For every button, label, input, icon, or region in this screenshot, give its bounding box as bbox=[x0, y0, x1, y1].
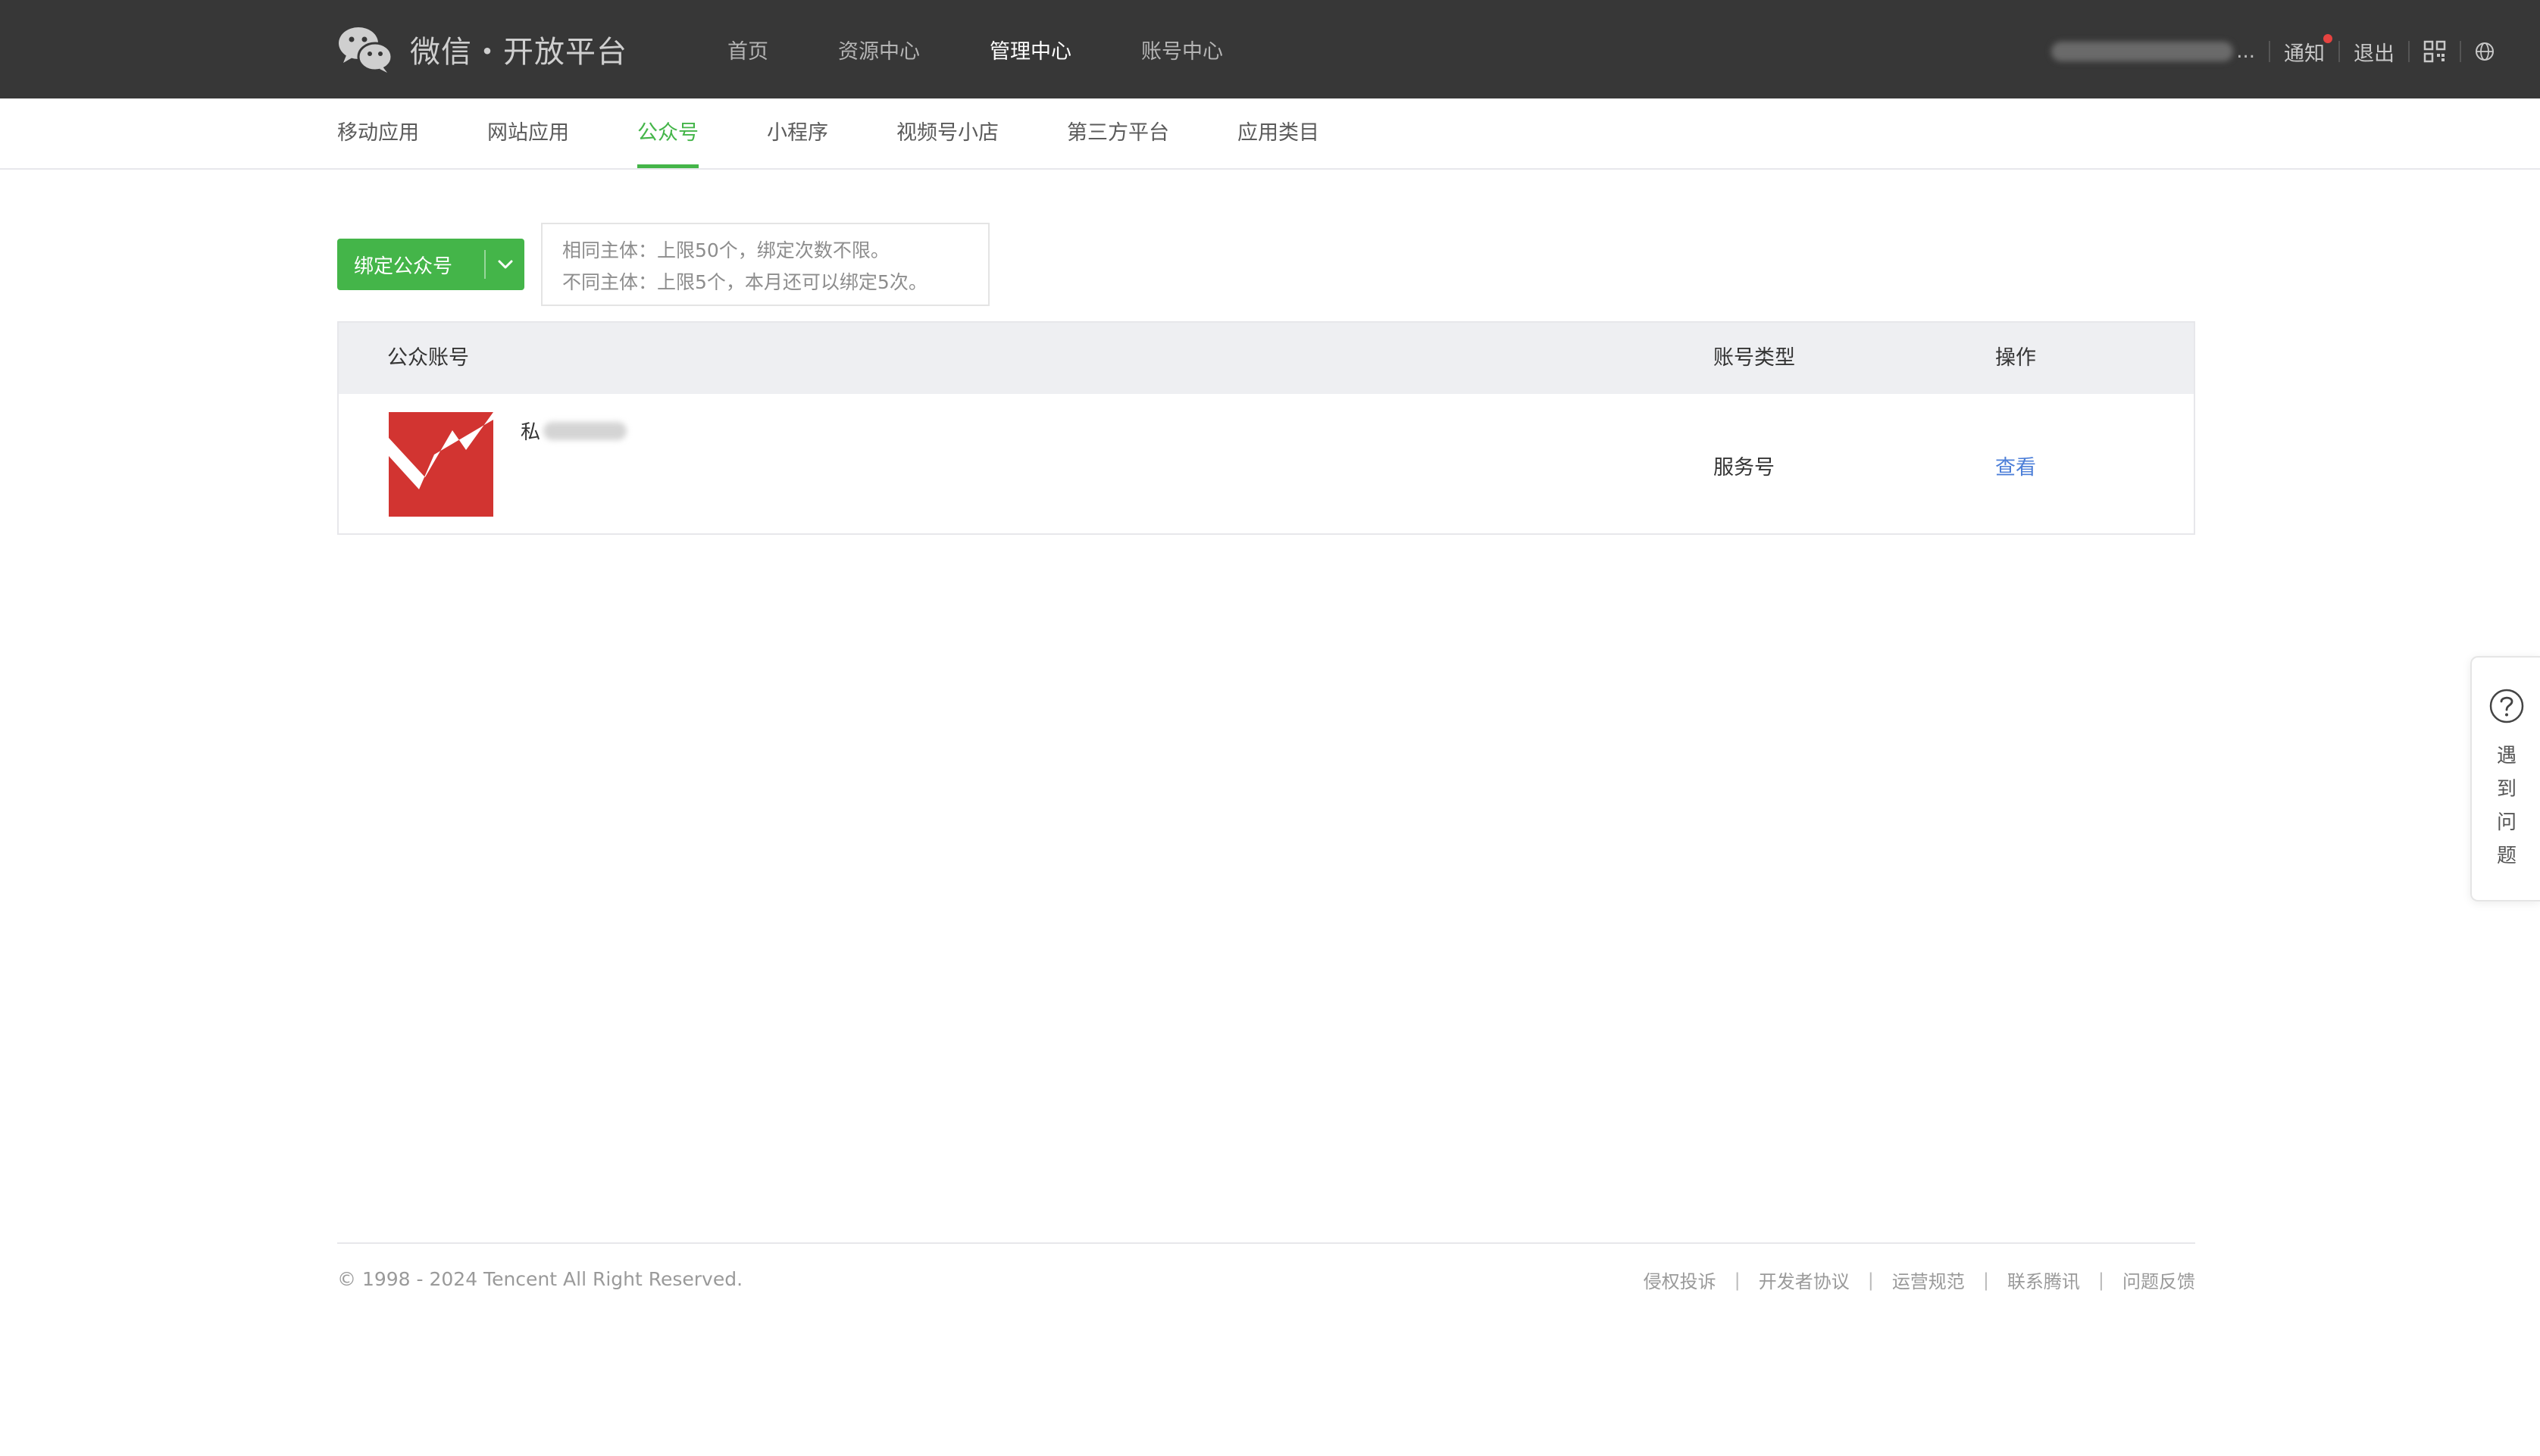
tab-channels-store[interactable]: 视频号小店 bbox=[896, 98, 999, 168]
bind-limit-hint: 相同主体：上限50个，绑定次数不限。 不同主体：上限5个，本月还可以绑定5次。 bbox=[541, 223, 990, 306]
table-header: 公众账号 账号类型 操作 bbox=[339, 323, 2194, 394]
chevron-down-icon[interactable] bbox=[486, 259, 524, 270]
nav-divider bbox=[2269, 41, 2270, 62]
header-account: 公众账号 bbox=[387, 346, 469, 370]
account-type: 服务号 bbox=[1713, 456, 1775, 480]
main-nav: 首页 资源中心 管理中心 账号中心 bbox=[727, 0, 1293, 98]
main-nav-resources[interactable]: 资源中心 bbox=[838, 35, 920, 64]
nav-divider bbox=[2460, 41, 2461, 62]
account-name-text: 私 bbox=[521, 421, 541, 444]
account-avatar bbox=[389, 412, 493, 517]
notify-label: 通知 bbox=[2284, 42, 2325, 66]
logout-link[interactable]: 退出 bbox=[2354, 37, 2395, 67]
account-name-redacted bbox=[543, 421, 627, 440]
header-type: 账号类型 bbox=[1713, 346, 1795, 370]
tab-official-accounts[interactable]: 公众号 bbox=[637, 98, 699, 168]
bind-account-button[interactable]: 绑定公众号 bbox=[337, 239, 524, 290]
tab-mobile-apps[interactable]: 移动应用 bbox=[337, 98, 419, 168]
main-nav-home[interactable]: 首页 bbox=[727, 35, 768, 64]
tab-web-apps[interactable]: 网站应用 bbox=[487, 98, 569, 168]
notify-link[interactable]: 通知 bbox=[2284, 33, 2332, 67]
nav-divider bbox=[2338, 41, 2340, 62]
header-action: 操作 bbox=[1995, 346, 2036, 370]
hint-different-subject: 不同主体：上限5个，本月还可以绑定5次。 bbox=[562, 271, 927, 293]
main-nav-management[interactable]: 管理中心 bbox=[990, 35, 1071, 64]
tab-mini-programs[interactable]: 小程序 bbox=[767, 98, 828, 168]
footer-link-operation-rules[interactable]: 运营规范 bbox=[1892, 1267, 1965, 1293]
footer-separator: | bbox=[1867, 1269, 1874, 1291]
accounts-table: 公众账号 账号类型 操作 私 服务号 查看 bbox=[337, 321, 2195, 535]
help-char: 到 bbox=[2496, 778, 2517, 801]
footer-separator: | bbox=[2097, 1269, 2104, 1291]
footer-links: 侵权投诉 | 开发者协议 | 运营规范 | 联系腾讯 | 问题反馈 bbox=[1644, 1267, 2195, 1293]
help-char: 问 bbox=[2496, 811, 2517, 834]
username-suffix: ... bbox=[2236, 40, 2255, 63]
account-name: 私 bbox=[521, 417, 627, 445]
hint-same-subject: 相同主体：上限50个，绑定次数不限。 bbox=[562, 239, 890, 261]
help-char: 题 bbox=[2496, 845, 2517, 867]
tab-app-categories[interactable]: 应用类目 bbox=[1237, 98, 1319, 168]
qrcode-icon[interactable] bbox=[2423, 40, 2446, 63]
view-account-link[interactable]: 查看 bbox=[1995, 447, 2036, 489]
sub-nav: 移动应用 网站应用 公众号 小程序 视频号小店 第三方平台 应用类目 bbox=[0, 98, 2540, 170]
footer-separator: | bbox=[1734, 1269, 1741, 1291]
notify-badge bbox=[2323, 33, 2332, 43]
footer-link-developer-agreement[interactable]: 开发者协议 bbox=[1759, 1267, 1850, 1293]
username[interactable]: ... bbox=[2051, 40, 2255, 63]
brand-logo[interactable]: 微信・开放平台 bbox=[337, 23, 627, 76]
main-nav-account[interactable]: 账号中心 bbox=[1141, 35, 1223, 64]
help-char: 遇 bbox=[2496, 745, 2517, 767]
wechat-icon bbox=[339, 27, 393, 73]
globe-icon[interactable] bbox=[2475, 42, 2495, 61]
username-redacted bbox=[2051, 42, 2234, 61]
footer-divider bbox=[337, 1242, 2195, 1244]
user-nav: ... 通知 退出 bbox=[2051, 0, 2495, 103]
footer-link-infringement[interactable]: 侵权投诉 bbox=[1644, 1267, 1716, 1293]
tab-third-party[interactable]: 第三方平台 bbox=[1067, 98, 1169, 168]
help-label: 遇 到 问 题 bbox=[2472, 739, 2540, 873]
bind-account-label: 绑定公众号 bbox=[354, 255, 453, 278]
question-icon bbox=[2489, 689, 2524, 723]
help-float-button[interactable]: 遇 到 问 题 bbox=[2470, 656, 2540, 901]
footer-link-feedback[interactable]: 问题反馈 bbox=[2122, 1267, 2195, 1293]
top-bar: 微信・开放平台 首页 资源中心 管理中心 账号中心 ... 通知 退出 bbox=[0, 0, 2540, 98]
footer-link-contact[interactable]: 联系腾讯 bbox=[2007, 1267, 2080, 1293]
brand-name: 微信・开放平台 bbox=[410, 35, 627, 70]
copyright: © 1998 - 2024 Tencent All Right Reserved… bbox=[337, 1268, 743, 1290]
footer-separator: | bbox=[1982, 1269, 1989, 1291]
nav-divider bbox=[2408, 41, 2410, 62]
